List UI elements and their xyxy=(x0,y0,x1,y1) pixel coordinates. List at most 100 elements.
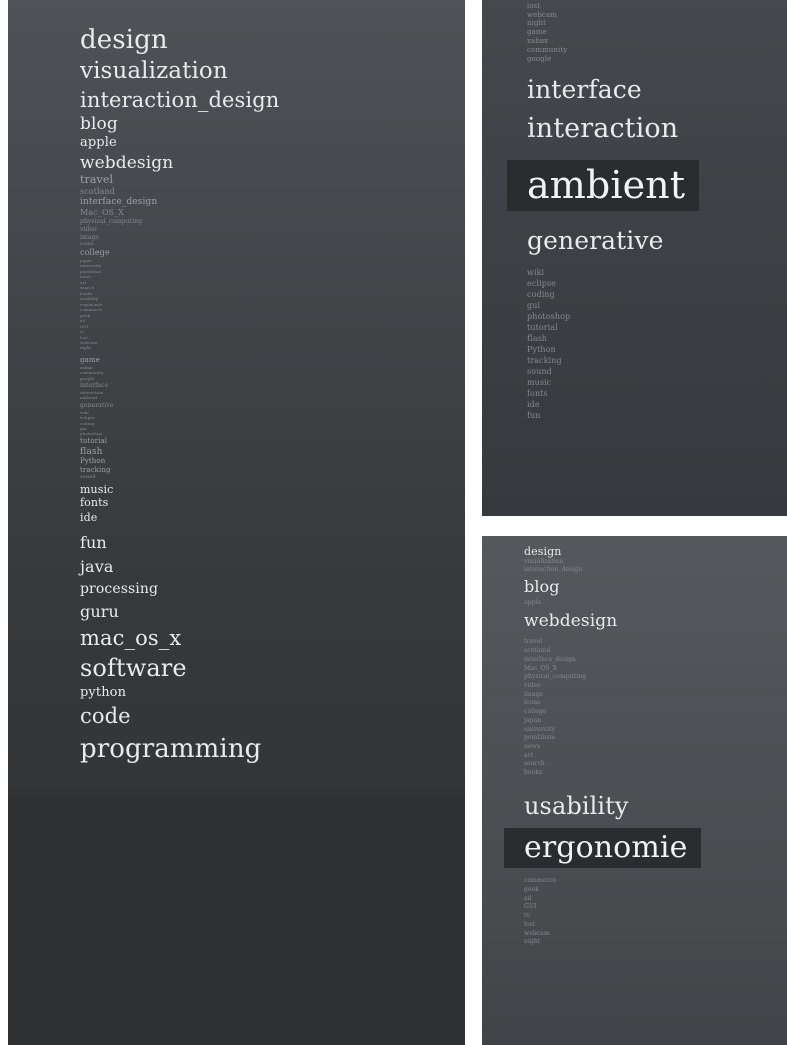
tag-python[interactable]: Python xyxy=(80,457,465,466)
tag-processing[interactable]: processing xyxy=(80,581,465,598)
tag-tutorial[interactable]: tutorial xyxy=(80,437,465,446)
tag-eclipse[interactable]: eclipse xyxy=(80,415,465,420)
tag-news[interactable]: news xyxy=(524,743,787,751)
tag-search[interactable]: search xyxy=(524,761,787,768)
tag-webcam[interactable]: webcam xyxy=(527,11,699,20)
tag-interaction[interactable]: interaction xyxy=(80,390,465,395)
tag-webdesign[interactable]: webdesign xyxy=(524,612,787,631)
tag-icons[interactable]: icons xyxy=(80,242,465,248)
tag-wiki[interactable]: wiki xyxy=(80,410,465,415)
tag-apple[interactable]: apple xyxy=(524,599,787,607)
tag-sound[interactable]: sound xyxy=(80,475,465,481)
tag-art[interactable]: art xyxy=(80,280,465,285)
tag-mac-os-x[interactable]: mac_os_x xyxy=(80,627,465,651)
tag-ergonomie[interactable]: ergonomie xyxy=(504,827,787,869)
tag-generative[interactable]: generative xyxy=(80,402,465,410)
tag-fun[interactable]: fun xyxy=(527,411,699,421)
tag-design[interactable]: design xyxy=(524,545,787,558)
tag-music[interactable]: music xyxy=(80,483,465,496)
tag-night[interactable]: night xyxy=(524,939,787,946)
tag-video[interactable]: video xyxy=(524,682,787,690)
tag-blog[interactable]: blog xyxy=(80,115,465,134)
tag-commerce[interactable]: commerce xyxy=(80,307,465,312)
tag-interaction-design[interactable]: interaction_design xyxy=(80,88,465,113)
tag-interface[interactable]: interface xyxy=(527,75,699,104)
tag-gui[interactable]: GUI xyxy=(524,904,787,911)
tag-interaction-design[interactable]: interaction_design xyxy=(524,566,787,574)
tag-fonts[interactable]: fonts xyxy=(80,497,465,510)
tag-programming[interactable]: programming xyxy=(80,734,465,764)
tag-python[interactable]: Python xyxy=(527,345,699,355)
tag-generative[interactable]: generative xyxy=(527,227,699,255)
tag-video[interactable]: video xyxy=(80,226,465,234)
tag-coding[interactable]: coding xyxy=(527,290,699,300)
tag-ide[interactable]: ide xyxy=(80,511,465,524)
tag-interface[interactable]: interface xyxy=(80,382,465,390)
tag-design[interactable]: design xyxy=(80,25,465,55)
tag-java[interactable]: java xyxy=(80,557,465,576)
tag-xabax[interactable]: xabax xyxy=(80,365,465,370)
tag-travel[interactable]: travel xyxy=(524,639,787,646)
tag-eclipse[interactable]: eclipse xyxy=(527,279,699,289)
tag-gui[interactable]: gui xyxy=(527,301,699,311)
tag-tv[interactable]: tv xyxy=(80,329,465,334)
tag-guru[interactable]: guru xyxy=(80,603,465,621)
tag-coding[interactable]: coding xyxy=(80,421,465,426)
tag-icons[interactable]: icons xyxy=(524,700,787,707)
tag-geek[interactable]: geek xyxy=(80,313,465,318)
tag-ide[interactable]: ide xyxy=(527,400,699,410)
tag-xabax[interactable]: xabax xyxy=(527,37,699,46)
tag-visualization[interactable]: visualization xyxy=(524,559,787,566)
tag-code[interactable]: code xyxy=(80,705,465,729)
tag-news[interactable]: news xyxy=(80,274,465,279)
tag-lost[interactable]: lost xyxy=(80,335,465,340)
tag-photoshop[interactable]: photoshop xyxy=(80,431,465,436)
tag-ad[interactable]: ad xyxy=(80,318,465,323)
tag-pointilism[interactable]: pointilism xyxy=(80,269,465,274)
tag-fonts[interactable]: fonts xyxy=(527,389,699,399)
tag-university[interactable]: university xyxy=(80,263,465,268)
tag-google[interactable]: google xyxy=(80,376,465,381)
tag-books[interactable]: books xyxy=(80,291,465,296)
tag-tv[interactable]: tv xyxy=(524,912,787,920)
tag-visualization[interactable]: visualization xyxy=(80,58,465,85)
tag-college[interactable]: college xyxy=(80,248,465,258)
tag-software[interactable]: software xyxy=(80,655,465,682)
tag-ad[interactable]: ad xyxy=(524,895,787,903)
tag-sound[interactable]: sound xyxy=(527,367,699,377)
tag-wiki[interactable]: wiki xyxy=(527,268,699,278)
tag-game[interactable]: game xyxy=(80,356,465,365)
tag-photoshop[interactable]: photoshop xyxy=(527,312,699,322)
tag-python[interactable]: python xyxy=(80,685,465,701)
tag-blog[interactable]: blog xyxy=(524,577,787,596)
tag-webcam[interactable]: webcam xyxy=(80,340,465,345)
tag-usability[interactable]: usability xyxy=(80,296,465,301)
tag-ergonomie[interactable]: ergonomie xyxy=(80,302,465,307)
tag-mac-os-x[interactable]: Mac_OS_X xyxy=(80,208,465,218)
tag-tv[interactable]: tv xyxy=(527,0,699,2)
tag-university[interactable]: university xyxy=(524,726,787,734)
tag-geek[interactable]: geek xyxy=(524,886,787,894)
tag-tracking[interactable]: tracking xyxy=(527,356,699,366)
tag-tutorial[interactable]: tutorial xyxy=(527,323,699,333)
tag-interface-design[interactable]: interface_design xyxy=(80,197,465,207)
tag-interface-design[interactable]: interface_design xyxy=(524,656,787,664)
tag-physical-computing[interactable]: physical_computing xyxy=(524,674,787,681)
tag-commerce[interactable]: commerce xyxy=(524,878,787,885)
tag-travel[interactable]: travel xyxy=(80,173,465,186)
tag-night[interactable]: night xyxy=(80,345,465,350)
tag-ambient[interactable]: ambient xyxy=(80,395,465,400)
tag-webcam[interactable]: webcam xyxy=(524,930,787,938)
tag-image[interactable]: image xyxy=(524,691,787,699)
tag-gui[interactable]: GUI xyxy=(80,324,465,329)
tag-college[interactable]: college xyxy=(524,708,787,716)
tag-night[interactable]: night xyxy=(527,20,699,28)
tag-community[interactable]: community xyxy=(527,46,699,55)
tag-pointilism[interactable]: pointilism xyxy=(524,735,787,742)
tag-japan[interactable]: japan xyxy=(80,258,465,263)
tag-google[interactable]: google xyxy=(527,55,699,64)
tag-image[interactable]: image xyxy=(80,234,465,242)
tag-physical-computing[interactable]: physical_computing xyxy=(80,219,465,226)
tag-scotland[interactable]: scotland xyxy=(524,647,787,655)
tag-music[interactable]: music xyxy=(527,378,699,388)
